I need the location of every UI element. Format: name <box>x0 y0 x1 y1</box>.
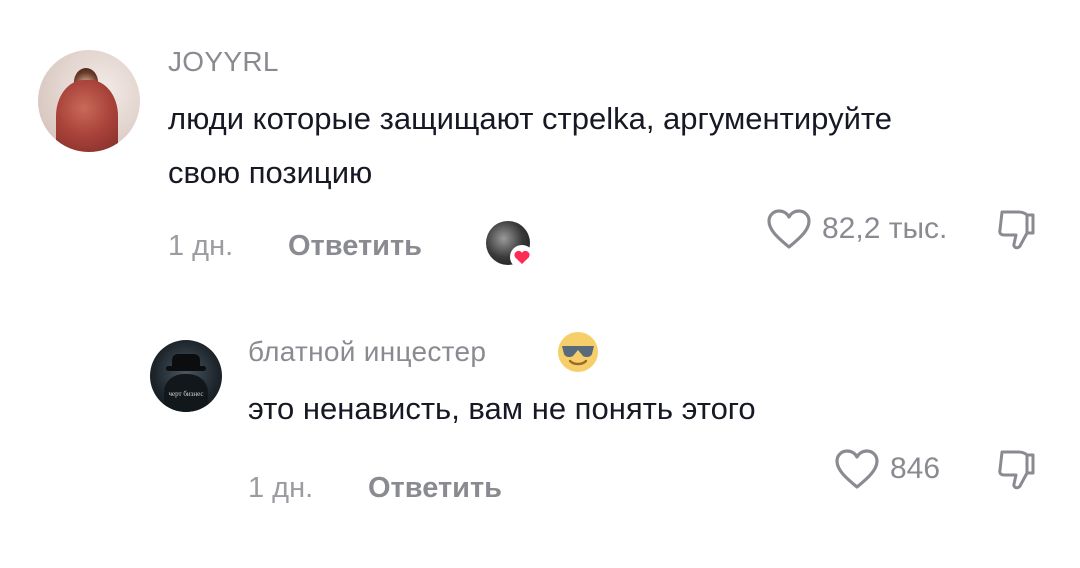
comment-text: это ненависть, вам не понять этого <box>248 391 756 426</box>
reply-button[interactable]: Ответить <box>368 472 502 505</box>
comment-text-line: люди которые защищают стреlka, аргументи… <box>168 101 892 136</box>
like-icon[interactable] <box>834 448 880 490</box>
avatar-hat-brim <box>166 366 206 371</box>
like-count: 846 <box>890 452 941 485</box>
avatar[interactable]: черт бизнес <box>150 340 222 412</box>
thumbs-down-icon[interactable] <box>996 446 1040 492</box>
comment-username[interactable]: блатной инцестер <box>248 336 486 368</box>
sunglasses-emoji-icon <box>558 332 598 372</box>
comment-username[interactable]: JOYYRL <box>168 46 279 78</box>
like-count: 82,2 тыс. <box>822 212 948 245</box>
avatar[interactable] <box>38 50 140 152</box>
creator-liked-indicator <box>486 221 536 271</box>
like-icon[interactable] <box>766 208 812 250</box>
avatar-figure <box>56 80 118 152</box>
thumbs-down-icon[interactable] <box>996 206 1040 252</box>
comment-time: 1 дн. <box>248 472 314 504</box>
comment-text: люди которые защищают стреlka, аргументи… <box>168 92 892 200</box>
heart-badge-icon <box>510 245 534 269</box>
avatar-caption: черт бизнес <box>168 390 204 398</box>
reply-button[interactable]: Ответить <box>288 230 422 263</box>
comment-time: 1 дн. <box>168 230 234 262</box>
comment-text-line: свою позицию <box>168 155 373 190</box>
